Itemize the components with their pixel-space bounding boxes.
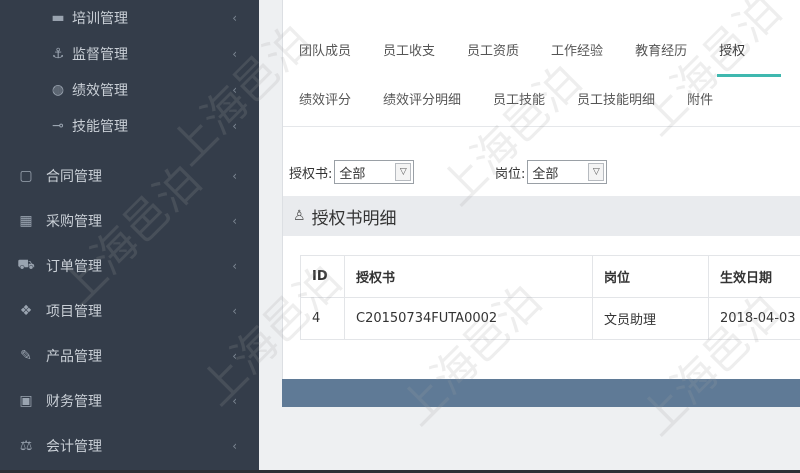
column-header-auth[interactable]: 授权书 bbox=[344, 255, 593, 298]
sidebar-item[interactable]: ⊸ 技能管理 ‹ bbox=[0, 108, 259, 144]
chevron-left-icon: ‹ bbox=[232, 393, 237, 408]
sidebar-item-label: 合同管理 bbox=[46, 168, 102, 185]
post-filter-label: 岗位: bbox=[495, 167, 526, 182]
main-content: 团队成员 员工收支 员工资质 工作经验 教育经历 授权 绩效评分 绩效评分明细 员工技能 员工技… bbox=[259, 0, 800, 473]
anchor-icon: ⚓ bbox=[51, 46, 65, 62]
tab[interactable]: 员工资质 bbox=[451, 37, 535, 67]
table-row[interactable]: 4 C20150734FUTA0002 文员助理 2018-04-03 bbox=[300, 297, 800, 340]
scale-icon: ⚖ bbox=[19, 437, 33, 454]
sidebar-item-label: 采购管理 bbox=[46, 213, 102, 230]
section-header: ♙ 授权书明细 bbox=[283, 196, 800, 236]
chevron-left-icon: ‹ bbox=[232, 83, 237, 97]
footer-bar bbox=[282, 379, 800, 407]
tab[interactable]: 授权 bbox=[703, 37, 782, 77]
section-title: 授权书明细 bbox=[311, 208, 397, 229]
sidebar-item-label: 绩效管理 bbox=[72, 83, 128, 99]
sidebar-item[interactable]: ▦ 采购管理 ‹ bbox=[0, 198, 259, 243]
sidebar-item-label: 会计管理 bbox=[46, 438, 102, 455]
tabs-divider bbox=[283, 126, 800, 127]
sidebar-item-label: 技能管理 bbox=[72, 119, 128, 135]
chevron-left-icon: ‹ bbox=[232, 119, 237, 133]
sidebar-item[interactable]: ⚖ 会计管理 ‹ bbox=[0, 423, 259, 468]
sidebar-item[interactable]: ▢ 合同管理 ‹ bbox=[0, 153, 259, 198]
cubes-icon: ❖ bbox=[19, 302, 33, 319]
chevron-left-icon: ‹ bbox=[232, 47, 237, 61]
tabs-row-primary: 团队成员 员工收支 员工资质 工作经验 教育经历 授权 bbox=[283, 37, 782, 77]
sidebar-item[interactable]: ❖ 项目管理 ‹ bbox=[0, 288, 259, 333]
chevron-left-icon: ‹ bbox=[232, 303, 237, 318]
dashboard-icon: ◍ bbox=[51, 82, 65, 98]
tabs-row-secondary: 绩效评分 绩效评分明细 员工技能 员工技能明细 附件 bbox=[283, 86, 729, 116]
chevron-left-icon: ‹ bbox=[232, 438, 237, 453]
column-header-post[interactable]: 岗位 bbox=[592, 255, 709, 298]
cell-auth: C20150734FUTA0002 bbox=[344, 297, 593, 340]
tab[interactable]: 附件 bbox=[671, 86, 729, 116]
sidebar-item[interactable]: ⚓ 监督管理 ‹ bbox=[0, 36, 259, 72]
auth-select-value: 全部 bbox=[339, 166, 366, 182]
user-icon: ♙ bbox=[293, 208, 306, 224]
document-icon: ▢ bbox=[19, 167, 33, 184]
column-header-date[interactable]: 生效日期 bbox=[708, 255, 800, 298]
tab[interactable]: 员工技能明细 bbox=[561, 86, 671, 116]
cell-id: 4 bbox=[300, 297, 345, 340]
cell-post: 文员助理 bbox=[592, 297, 709, 340]
chevron-left-icon: ‹ bbox=[232, 258, 237, 273]
auth-select[interactable]: 全部 ▽ bbox=[334, 160, 415, 184]
tab[interactable]: 员工技能 bbox=[477, 86, 561, 116]
briefcase-icon: ▬ bbox=[51, 10, 65, 26]
sidebar-item[interactable]: ✎ 产品管理 ‹ bbox=[0, 333, 259, 378]
tab[interactable]: 员工收支 bbox=[367, 37, 451, 67]
tab[interactable]: 教育经历 bbox=[619, 37, 703, 67]
chevron-left-icon: ‹ bbox=[232, 168, 237, 183]
post-filter: 岗位: 全部 ▽ bbox=[495, 160, 608, 184]
sidebar-item[interactable]: ◍ 绩效管理 ‹ bbox=[0, 72, 259, 108]
sidebar-item[interactable]: ▬ 培训管理 ‹ bbox=[0, 0, 259, 36]
sidebar-item[interactable]: ▣ 财务管理 ‹ bbox=[0, 378, 259, 423]
sidebar-item-label: 产品管理 bbox=[46, 348, 102, 365]
sidebar: ▬ 培训管理 ‹ ⚓ 监督管理 ‹ ◍ 绩效管理 ‹ ⊸ 技能管理 ‹ ▢ 合同管理 ‹ ▦ 采购管理 ‹ ⛟ 订单管… bbox=[0, 0, 259, 473]
auth-filter-label: 授权书: bbox=[289, 167, 333, 182]
sidebar-item-label: 项目管理 bbox=[46, 303, 102, 320]
post-select[interactable]: 全部 ▽ bbox=[527, 160, 608, 184]
table-header-row: ID 授权书 岗位 生效日期 bbox=[300, 255, 800, 298]
post-select-value: 全部 bbox=[532, 166, 559, 182]
cart-icon: ⛟ bbox=[17, 256, 35, 273]
money-icon: ▣ bbox=[19, 392, 33, 409]
tab[interactable]: 绩效评分明细 bbox=[367, 86, 477, 116]
tab[interactable]: 工作经验 bbox=[535, 37, 619, 67]
chevron-left-icon: ‹ bbox=[232, 213, 237, 228]
sidebar-item-label: 订单管理 bbox=[46, 258, 102, 275]
box-icon: ▦ bbox=[19, 212, 33, 229]
sidebar-item[interactable]: ⛟ 订单管理 ‹ bbox=[0, 243, 259, 288]
tab[interactable]: 团队成员 bbox=[283, 37, 367, 67]
chevron-down-icon: ▽ bbox=[395, 163, 412, 181]
sidebar-item-label: 监督管理 bbox=[72, 47, 128, 63]
sidebar-item-label: 财务管理 bbox=[46, 393, 102, 410]
sidebar-item-label: 培训管理 bbox=[72, 11, 128, 27]
chevron-down-icon: ▽ bbox=[588, 163, 605, 181]
chevron-left-icon: ‹ bbox=[232, 348, 237, 363]
tab[interactable]: 绩效评分 bbox=[283, 86, 367, 116]
key-icon: ⊸ bbox=[52, 118, 64, 134]
chevron-left-icon: ‹ bbox=[232, 11, 237, 25]
auth-table: ID 授权书 岗位 生效日期 4 C20150734FUTA0002 文员助理 … bbox=[300, 255, 800, 340]
detail-panel: 团队成员 员工收支 员工资质 工作经验 教育经历 授权 绩效评分 绩效评分明细 员工技能 员工技… bbox=[282, 0, 800, 407]
cell-date: 2018-04-03 bbox=[708, 297, 800, 340]
edit-icon: ✎ bbox=[20, 347, 32, 364]
auth-filter: 授权书: 全部 ▽ bbox=[289, 160, 415, 184]
column-header-id[interactable]: ID bbox=[300, 255, 345, 298]
